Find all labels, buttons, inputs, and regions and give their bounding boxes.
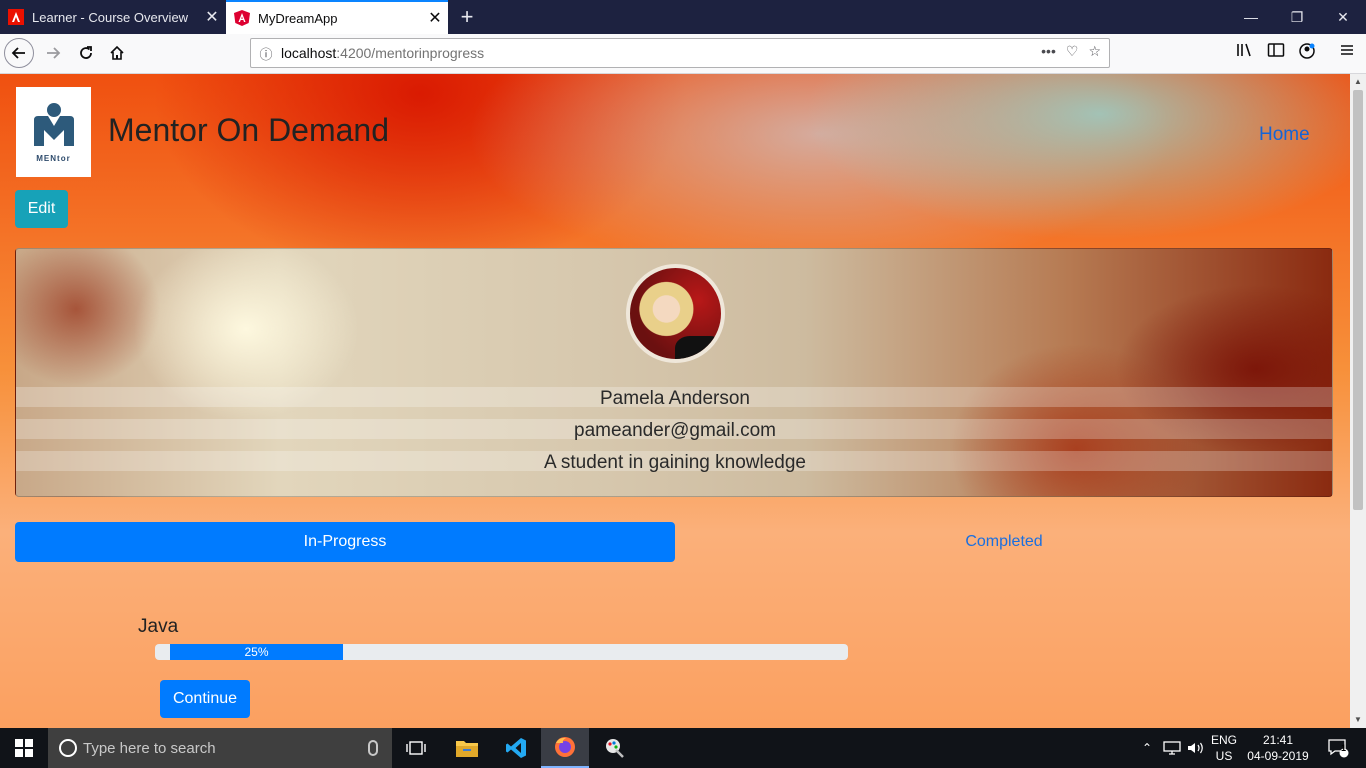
cortana-icon (59, 739, 77, 757)
back-button[interactable] (4, 38, 34, 68)
start-button[interactable] (0, 728, 48, 768)
address-bar[interactable]: ⓘ localhost:4200/mentorinprogress ••• ♡ … (250, 38, 1110, 68)
home-button[interactable] (102, 38, 132, 68)
restore-button[interactable]: ❐ (1274, 0, 1320, 34)
profile-email: pameander@gmail.com (574, 420, 776, 441)
task-view-button[interactable] (392, 728, 440, 768)
folder-icon (456, 741, 478, 757)
browser-tab-strip: Learner - Course Overview ✕ MyDreamApp ✕… (0, 0, 1366, 34)
app-logo[interactable]: MENtor (16, 87, 91, 177)
tab-completed[interactable]: Completed (675, 522, 1333, 562)
network-icon[interactable] (1160, 728, 1184, 768)
scroll-down-icon[interactable]: ▼ (1350, 712, 1366, 728)
paint-button[interactable] (590, 728, 638, 768)
arrow-right-icon (47, 47, 61, 59)
info-icon[interactable]: ⓘ (251, 44, 281, 63)
edit-button[interactable]: Edit (15, 190, 68, 228)
vscode-icon (506, 738, 526, 758)
logo-caption: MENtor (36, 153, 71, 163)
menu-icon[interactable] (1336, 42, 1358, 64)
browser-navbar: ⓘ localhost:4200/mentorinprogress ••• ♡ … (0, 34, 1366, 74)
reload-button[interactable] (71, 38, 101, 68)
paint-icon (606, 739, 624, 758)
search-placeholder: Type here to search (83, 739, 216, 757)
taskbar: Type here to search ⌃ ENG US 21:41 04-09… (0, 728, 1366, 768)
page-scrollbar[interactable]: ▲ ▼ (1350, 74, 1366, 728)
library-icon[interactable] (1234, 42, 1256, 64)
forward-button[interactable] (38, 38, 68, 68)
url-host: localhost (281, 45, 337, 61)
angular-icon (234, 10, 250, 26)
task-view-icon (406, 741, 426, 755)
close-icon[interactable]: ✕ (199, 7, 225, 27)
home-icon (110, 45, 124, 60)
sidebar-icon[interactable] (1265, 42, 1287, 64)
clock-time: 21:41 (1262, 733, 1294, 747)
firefox-icon (555, 737, 575, 757)
adobe-icon (8, 9, 24, 25)
home-link[interactable]: Home (1259, 124, 1310, 146)
mentor-logo-icon (33, 102, 74, 146)
file-explorer-button[interactable] (443, 728, 491, 768)
profile-name: Pamela Anderson (600, 388, 750, 409)
reload-icon (80, 46, 92, 59)
browser-tab-title: MyDreamApp (258, 10, 338, 26)
chevron-up-icon[interactable]: ⌃ (1138, 728, 1156, 768)
windows-icon (15, 739, 33, 757)
browser-tab-learner[interactable]: Learner - Course Overview ✕ (0, 0, 225, 34)
more-actions-icon[interactable]: ••• (1041, 43, 1056, 60)
continue-button[interactable]: Continue (160, 680, 250, 718)
scrollbar-thumb[interactable] (1353, 90, 1363, 510)
url-path: :4200/mentorinprogress (336, 45, 485, 61)
profile-card: Pamela Anderson pameander@gmail.com A st… (15, 248, 1333, 497)
pocket-icon[interactable]: ♡ (1066, 43, 1079, 60)
tab-in-progress[interactable]: In-Progress (15, 522, 675, 562)
language-code: ENG (1210, 733, 1237, 747)
close-icon[interactable]: ✕ (422, 8, 448, 28)
course-progress-bar: 25% (155, 644, 848, 660)
avatar (626, 264, 725, 363)
language-indicator[interactable]: ENG US (1209, 728, 1239, 768)
course-name: Java (138, 616, 179, 637)
volume-icon[interactable] (1185, 728, 1207, 768)
profile-bio: A student in gaining knowledge (544, 452, 806, 473)
language-region: US (1215, 749, 1233, 763)
notification-center-button[interactable]: 1 (1318, 728, 1358, 768)
browser-tab-title: Learner - Course Overview (32, 9, 189, 25)
page-viewport: MENtor Mentor On Demand Home Edit Pamela… (0, 74, 1350, 728)
taskbar-search[interactable]: Type here to search (48, 728, 392, 768)
new-tab-button[interactable]: + (454, 3, 480, 31)
clock-date: 04-09-2019 (1247, 749, 1309, 763)
firefox-button[interactable] (541, 728, 589, 768)
scroll-up-icon[interactable]: ▲ (1350, 74, 1366, 90)
bookmark-star-icon[interactable]: ☆ (1088, 43, 1101, 60)
minimize-button[interactable]: — (1228, 0, 1274, 34)
app-title: Mentor On Demand (108, 112, 390, 148)
browser-tab-mydreamapp[interactable]: MyDreamApp ✕ (226, 0, 448, 34)
window-close-button[interactable]: ✕ (1320, 0, 1366, 34)
account-icon[interactable] (1296, 42, 1318, 64)
arrow-left-icon (11, 47, 25, 59)
notification-count: 1 (1341, 743, 1347, 753)
clock[interactable]: 21:41 04-09-2019 (1244, 728, 1312, 768)
course-progress-fill: 25% (170, 644, 343, 660)
microphone-icon[interactable] (368, 740, 378, 756)
vscode-button[interactable] (492, 728, 540, 768)
